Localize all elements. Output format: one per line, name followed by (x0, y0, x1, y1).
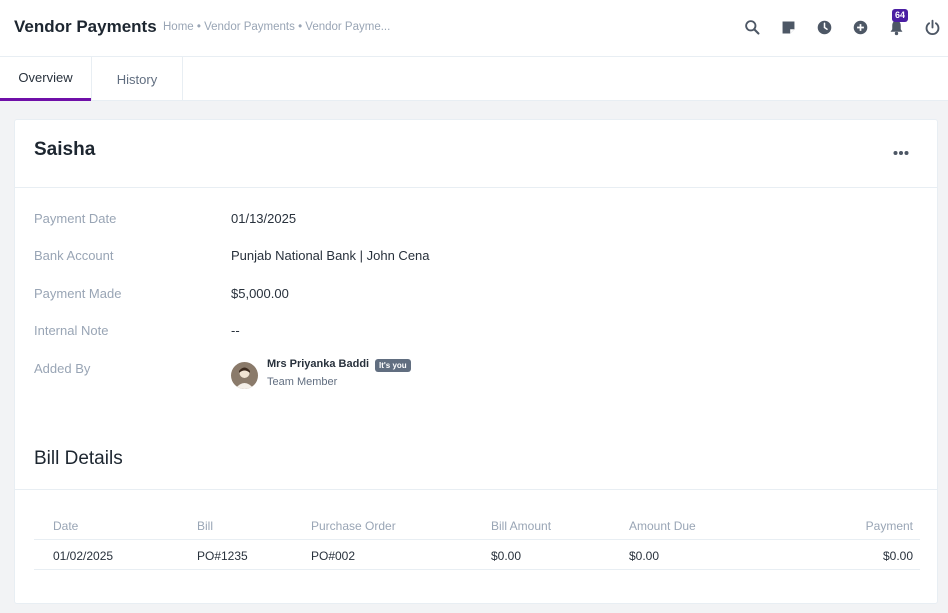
column-header-bill-amount: Bill Amount (491, 519, 552, 533)
detail-label: Payment Date (34, 211, 117, 226)
cell-payment: $0.00 (882, 549, 913, 563)
cell-purchase-order[interactable]: PO#002 (311, 549, 355, 563)
cell-bill-amount: $0.00 (491, 549, 522, 563)
cell-bill[interactable]: PO#1235 (197, 549, 248, 563)
bill-details-table: Date Bill Purchase Order Bill Amount Amo… (34, 510, 920, 570)
column-header-amount-due: Amount Due (629, 519, 696, 533)
detail-value: -- (231, 323, 240, 338)
tab-bar: Overview History (0, 57, 948, 101)
table-row: 01/02/2025 PO#1235 PO#002 $0.00 $0.00 $0… (34, 540, 920, 570)
top-bar: Vendor Payments Home • Vendor Payments •… (0, 0, 948, 57)
detail-label: Internal Note (34, 323, 109, 338)
added-by-name[interactable]: Mrs Priyanka Baddi (267, 358, 369, 370)
column-header-payment: Payment (865, 519, 913, 533)
detail-label: Added By (34, 361, 91, 376)
bell-icon[interactable]: 64 (886, 9, 909, 37)
avatar[interactable] (231, 362, 258, 389)
power-icon[interactable] (922, 17, 942, 37)
cell-date: 01/02/2025 (53, 549, 114, 563)
detail-value: $5,000.00 (231, 286, 289, 301)
card-header: Saisha (15, 120, 937, 188)
added-by-role: Team Member (267, 376, 338, 388)
cell-amount-due: $0.00 (629, 549, 660, 563)
its-you-badge: It's you (375, 359, 411, 372)
page-title: Vendor Payments (14, 17, 157, 36)
divider (15, 489, 937, 490)
notification-badge: 64 (892, 9, 909, 22)
header-icons: 64 (726, 9, 942, 37)
column-header-bill: Bill (197, 519, 214, 533)
tab-history[interactable]: History (91, 57, 183, 101)
table-header: Date Bill Purchase Order Bill Amount Amo… (34, 510, 920, 540)
bill-details-title: Bill Details (34, 448, 123, 469)
payment-card: Saisha Payment Date 01/13/2025 Bank Acco… (14, 119, 938, 604)
clock-icon[interactable] (814, 17, 834, 37)
detail-label: Bank Account (34, 248, 114, 263)
detail-label: Payment Made (34, 286, 122, 301)
detail-value: 01/13/2025 (231, 211, 297, 226)
add-circle-icon[interactable] (850, 17, 870, 37)
column-header-date: Date (53, 519, 79, 533)
detail-value: Punjab National Bank | John Cena (231, 248, 430, 263)
column-header-purchase-order: Purchase Order (311, 519, 396, 533)
vendor-name: Saisha (34, 139, 96, 160)
breadcrumb[interactable]: Home • Vendor Payments • Vendor Payme... (163, 21, 390, 33)
tab-overview[interactable]: Overview (0, 57, 91, 101)
more-options-icon[interactable] (893, 150, 909, 156)
sticky-note-icon[interactable] (778, 17, 798, 37)
search-icon[interactable] (742, 17, 762, 37)
